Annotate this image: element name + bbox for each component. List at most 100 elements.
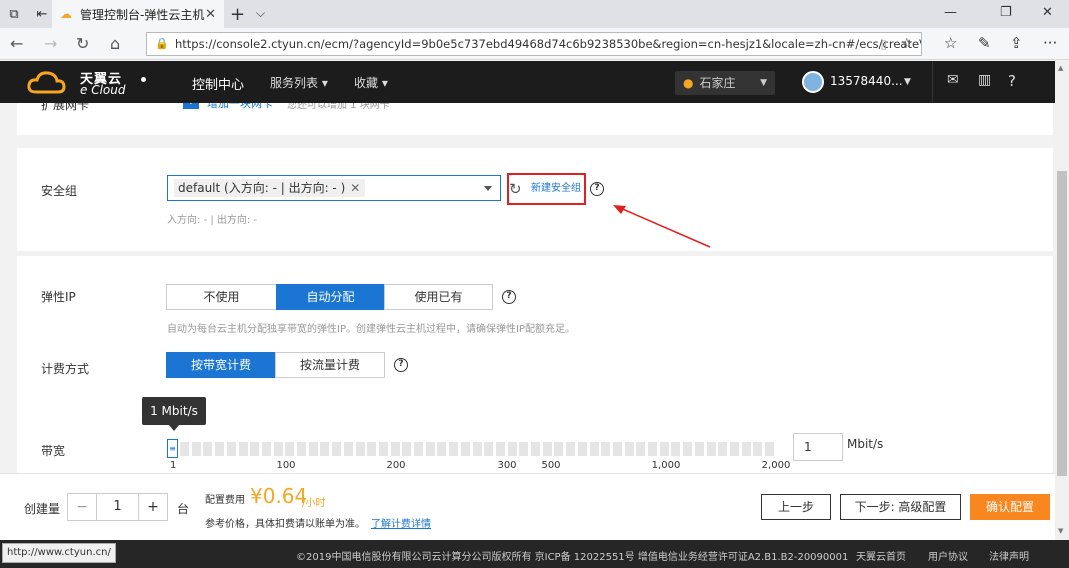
slider-segment[interactable] [765,442,774,456]
billing-option-traffic[interactable]: 按流量计费 [275,352,385,378]
help-circle-icon[interactable]: ? [590,182,604,196]
footer-link-legal[interactable]: 法律声明 [989,548,1029,563]
slider-segment[interactable] [180,442,189,456]
slider-segment[interactable] [425,442,435,456]
minimize-icon[interactable]: — [944,5,957,20]
slider-segment[interactable] [601,442,611,456]
slider-segment[interactable] [507,442,517,456]
share-icon[interactable]: ⇪ [1010,34,1023,52]
slider-segment[interactable] [378,442,388,456]
more-icon[interactable]: ··· [1043,34,1057,52]
slider-segment[interactable] [343,442,353,456]
chevron-down-icon[interactable]: ⌵ [256,6,265,21]
back-icon[interactable]: ← [10,34,23,53]
ctyun-logo[interactable]: 天翼云 e Cloud [26,66,138,98]
previous-button[interactable]: 上一步 [761,494,831,520]
slider-segment[interactable] [297,442,306,456]
restore-icon[interactable]: ❐ [1000,5,1012,20]
add-nic-icon[interactable]: + [183,103,199,109]
increment-button[interactable]: + [138,493,168,521]
slider-segment[interactable] [718,442,728,456]
favorite-star-icon[interactable]: ☆ [900,33,913,55]
help-circle-icon[interactable]: ? [502,290,516,304]
close-icon[interactable]: ✕ [205,7,216,22]
slider-segment[interactable] [636,442,646,456]
new-tab-icon[interactable]: + [230,4,245,25]
footer-link-agreement[interactable]: 用户协议 [928,548,968,563]
mail-icon[interactable]: ✉ [947,72,959,88]
caret-down-icon[interactable]: ▼ [904,77,911,87]
browser-tab[interactable]: ☁ 管理控制台-弹性云主机 ✕ [52,0,224,28]
slider-segment[interactable] [449,442,459,456]
region-select[interactable]: ● 石家庄 ▼ [675,71,775,95]
slider-segment[interactable] [402,442,412,456]
eip-option-none[interactable]: 不使用 [166,284,277,310]
refresh-icon[interactable]: ↻ [509,180,522,198]
slider-handle[interactable]: ≡ [167,439,178,458]
bar-chart-icon[interactable]: ▥ [978,72,991,88]
close-window-icon[interactable]: ✕ [1042,5,1053,20]
nav-services[interactable]: 服务列表 ▾ [270,74,328,91]
slider-segment[interactable] [191,442,201,456]
slider-segment[interactable] [390,442,400,456]
slider-segment[interactable] [554,442,564,456]
slider-segment[interactable] [238,442,248,456]
add-nic-link[interactable]: 增加一块网卡 [207,103,273,111]
slider-segment[interactable] [589,442,599,456]
slider-segment[interactable] [250,442,260,456]
tab-actions-icon[interactable]: ⧉ [0,0,28,28]
slider-segment[interactable] [577,442,587,456]
home-icon[interactable]: ⌂ [110,34,120,53]
slider-segment[interactable] [612,442,622,456]
scroll-thumb[interactable] [1057,171,1067,476]
pen-icon[interactable]: ✎ [978,34,991,52]
user-account[interactable]: 13578440... [830,74,903,88]
nav-favorites[interactable]: 收藏 ▾ [354,74,388,91]
slider-segment[interactable] [729,442,739,456]
confirm-config-button[interactable]: 确认配置 [970,494,1050,520]
slider-segment[interactable] [542,442,552,456]
slider-segment[interactable] [472,442,482,456]
eip-option-auto[interactable]: 自动分配 [276,284,385,310]
help-icon[interactable]: ? [1008,72,1016,90]
slider-segment[interactable] [261,442,271,456]
billing-option-bandwidth[interactable]: 按带宽计费 [166,352,276,378]
scroll-up-icon[interactable]: ▲ [1058,64,1063,72]
slider-segment[interactable] [215,442,225,456]
quantity-input[interactable]: 1 [96,493,139,521]
slider-segment[interactable] [519,442,529,456]
slider-segment[interactable] [414,442,423,456]
slider-segment[interactable] [624,442,634,456]
slider-segment[interactable] [437,442,447,456]
slider-segment[interactable] [367,442,377,456]
url-field[interactable]: 🔒 https://console2.ctyun.cn/ecm/?agencyI… [146,32,922,56]
favorites-icon[interactable]: ☆ [944,34,957,52]
slider-segment[interactable] [531,442,540,456]
slider-segment[interactable] [332,442,342,456]
bandwidth-slider[interactable]: ≡ [167,439,779,458]
eip-option-existing[interactable]: 使用已有 [384,284,493,310]
slider-segment[interactable] [226,442,236,456]
remove-tag-icon[interactable]: ✕ [350,179,360,197]
forward-icon[interactable]: → [44,34,57,53]
slider-segment[interactable] [320,442,330,456]
footer-link-home[interactable]: 天翼云首页 [856,548,906,563]
reading-view-icon[interactable]: ▯ [881,33,887,55]
slider-segment[interactable] [308,442,318,456]
decrement-button[interactable]: − [67,493,97,521]
slider-segment[interactable] [659,442,669,456]
refresh-icon[interactable]: ↻ [76,34,89,53]
slider-segment[interactable] [203,442,213,456]
slider-segment[interactable] [753,442,763,456]
scroll-down-icon[interactable]: ▼ [1058,527,1063,535]
help-circle-icon[interactable]: ? [394,358,408,372]
nav-console[interactable]: 控制中心 [192,74,244,93]
slider-segment[interactable] [694,442,704,456]
slider-segment[interactable] [683,442,693,456]
bandwidth-input[interactable]: 1 [793,433,843,461]
next-advanced-config-button[interactable]: 下一步: 高级配置 [840,494,961,520]
slider-segment[interactable] [648,442,657,456]
slider-segment[interactable] [273,442,283,456]
caret-down-icon[interactable] [484,186,492,191]
slider-segment[interactable] [671,442,681,456]
